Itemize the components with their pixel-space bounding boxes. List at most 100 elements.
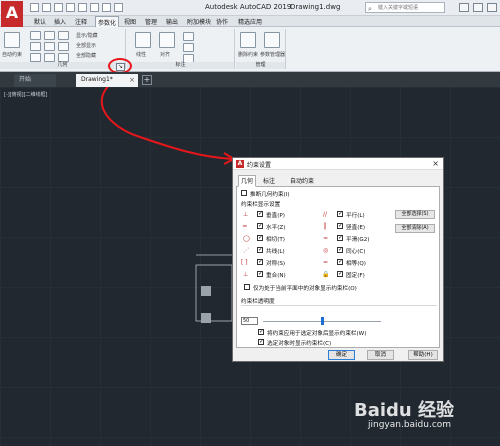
opacity-slider-thumb[interactable]: [321, 317, 324, 325]
menu-tab-featured-apps[interactable]: 精选应用: [238, 17, 262, 26]
symmetric-checkbox[interactable]: ✓: [257, 259, 263, 265]
coincident-checkbox[interactable]: ✓: [257, 271, 263, 277]
show-when-selected-checkbox[interactable]: ✓: [258, 339, 264, 345]
apply-after-constraint-checkbox[interactable]: ✓: [258, 329, 264, 335]
save-icon[interactable]: [54, 3, 63, 12]
horizontal-label: 水平(Z): [266, 225, 286, 231]
parallel-icon[interactable]: [44, 42, 55, 51]
parameters-manager-icon[interactable]: [264, 32, 280, 48]
menu-tab-collaborate[interactable]: 协作: [216, 17, 228, 26]
equal-glyph: =: [323, 259, 329, 266]
dialog-app-icon: A: [236, 160, 244, 168]
menu-tab-home[interactable]: 默认: [34, 17, 46, 26]
delete-constraints-icon[interactable]: [240, 32, 256, 48]
vertical-checkbox[interactable]: ✓: [337, 223, 343, 229]
grip-bottom: [201, 313, 211, 323]
linear-dimension-icon[interactable]: [135, 32, 151, 48]
perpendicular-glyph: ⊥: [243, 211, 249, 218]
symmetric-glyph: [ ]: [241, 259, 248, 266]
smooth-checkbox[interactable]: ✓: [337, 235, 343, 241]
tab-geometric[interactable]: 几何: [238, 175, 256, 187]
fixed-checkbox[interactable]: ✓: [337, 271, 343, 277]
dialog-close-icon[interactable]: ×: [432, 159, 439, 168]
horizontal-checkbox[interactable]: ✓: [257, 223, 263, 229]
auto-constrain-icon[interactable]: [4, 32, 20, 48]
tab-start[interactable]: 开始: [14, 74, 56, 87]
group-title: 约束栏显示设置: [241, 202, 281, 208]
viewport-label[interactable]: [-][俯视][二维线框]: [4, 91, 48, 98]
maximize-icon[interactable]: [473, 3, 483, 12]
open-icon[interactable]: [42, 3, 51, 12]
opacity-input[interactable]: 50: [241, 317, 258, 325]
smooth-glyph: ≈: [323, 235, 329, 242]
infer-constraints-checkbox[interactable]: [241, 190, 247, 196]
menu-tabs: 默认 插入 注释 参数化 视图 管理 输出 附加模块 协作 精选应用: [0, 16, 500, 27]
show-hide-dim-icon[interactable]: [183, 32, 194, 41]
new-tab-button[interactable]: +: [142, 75, 152, 85]
clear-all-button[interactable]: 全部清除(A): [395, 224, 435, 233]
title-bar: Autodesk AutoCAD 2019 Drawing1.dwg ⌕ 键入关…: [0, 0, 500, 16]
aligned-dimension-icon[interactable]: [159, 32, 175, 48]
app-logo[interactable]: A: [1, 1, 23, 27]
vertical-icon[interactable]: [44, 53, 55, 62]
parallel-checkbox[interactable]: ✓: [337, 211, 343, 217]
menu-tab-addins[interactable]: 附加模块: [187, 17, 211, 26]
parallel-glyph: //: [323, 211, 328, 218]
hide-all-label[interactable]: 全部隐藏: [76, 52, 96, 59]
watermark-url: jingyan.baidu.com: [368, 420, 452, 430]
close-window-icon[interactable]: [487, 3, 497, 12]
equal-checkbox[interactable]: ✓: [337, 259, 343, 265]
print-icon[interactable]: [78, 3, 87, 12]
dialog-titlebar[interactable]: A 约束设置 ×: [233, 158, 443, 170]
perpendicular-checkbox[interactable]: ✓: [257, 211, 263, 217]
redo-icon[interactable]: [102, 3, 111, 12]
infer-constraints-label: 推断几何约束(I): [250, 192, 290, 198]
menu-tab-view[interactable]: 视图: [124, 17, 136, 26]
show-when-selected-label: 选定对象时显示约束栏(C): [267, 341, 332, 347]
concentric-icon[interactable]: [58, 31, 69, 40]
save-as-icon[interactable]: [66, 3, 75, 12]
tab-drawing1[interactable]: Drawing1* ×: [76, 74, 138, 87]
panel-geometric-label: 几何: [0, 62, 125, 69]
opacity-label: 约束栏透明度: [241, 299, 275, 305]
concentric-glyph: ◎: [323, 247, 329, 254]
search-placeholder: 键入关键字或短语: [378, 5, 419, 11]
ok-button[interactable]: 确定: [328, 350, 355, 360]
tangent-label: 相切(T): [266, 237, 285, 243]
menu-tab-parametric[interactable]: 参数化: [95, 16, 120, 27]
menu-tab-manage[interactable]: 管理: [145, 17, 157, 26]
undo-icon[interactable]: [90, 3, 99, 12]
concentric-checkbox[interactable]: ✓: [337, 247, 343, 253]
current-plane-checkbox[interactable]: [244, 284, 250, 290]
close-tab-icon[interactable]: ×: [129, 74, 135, 86]
show-all-dim-icon[interactable]: [183, 43, 194, 52]
linear-label: 线性: [136, 52, 147, 58]
coincident-icon[interactable]: [30, 31, 41, 40]
show-all-label[interactable]: 全部显示: [76, 42, 96, 49]
collinear-icon[interactable]: [44, 31, 55, 40]
perpendicular-icon[interactable]: [58, 42, 69, 51]
select-all-button[interactable]: 全部选择(S): [395, 210, 435, 219]
symmetric-label: 对称(S): [266, 261, 286, 267]
concentric-label: 同心(C): [346, 249, 366, 255]
share-icon[interactable]: [114, 3, 123, 12]
help-button[interactable]: 帮助(H): [408, 350, 438, 360]
tangent-icon[interactable]: [58, 53, 69, 62]
tangent-glyph: ◯: [243, 235, 250, 242]
menu-tab-insert[interactable]: 插入: [54, 17, 66, 26]
panel-manage: 删除约束 参数管理器 管理: [236, 29, 286, 69]
menu-tab-annotate[interactable]: 注释: [75, 17, 87, 26]
show-hide-label[interactable]: 显示/隐藏: [76, 32, 98, 39]
minimize-icon[interactable]: [459, 3, 469, 12]
coincident-glyph: ⊥: [243, 271, 249, 278]
horizontal-icon[interactable]: [30, 53, 41, 62]
search-input[interactable]: ⌕ 键入关键字或短语: [365, 2, 445, 13]
cancel-button[interactable]: 取消: [367, 350, 394, 360]
collinear-checkbox[interactable]: ✓: [257, 247, 263, 253]
fix-icon[interactable]: [30, 42, 41, 51]
window-controls: [459, 3, 497, 12]
tangent-checkbox[interactable]: ✓: [257, 235, 263, 241]
menu-tab-output[interactable]: 输出: [166, 17, 178, 26]
new-icon[interactable]: [30, 3, 39, 12]
panel-geometric: 自动约束 显示/隐藏 全部显示 全部隐藏 几何: [0, 29, 126, 69]
